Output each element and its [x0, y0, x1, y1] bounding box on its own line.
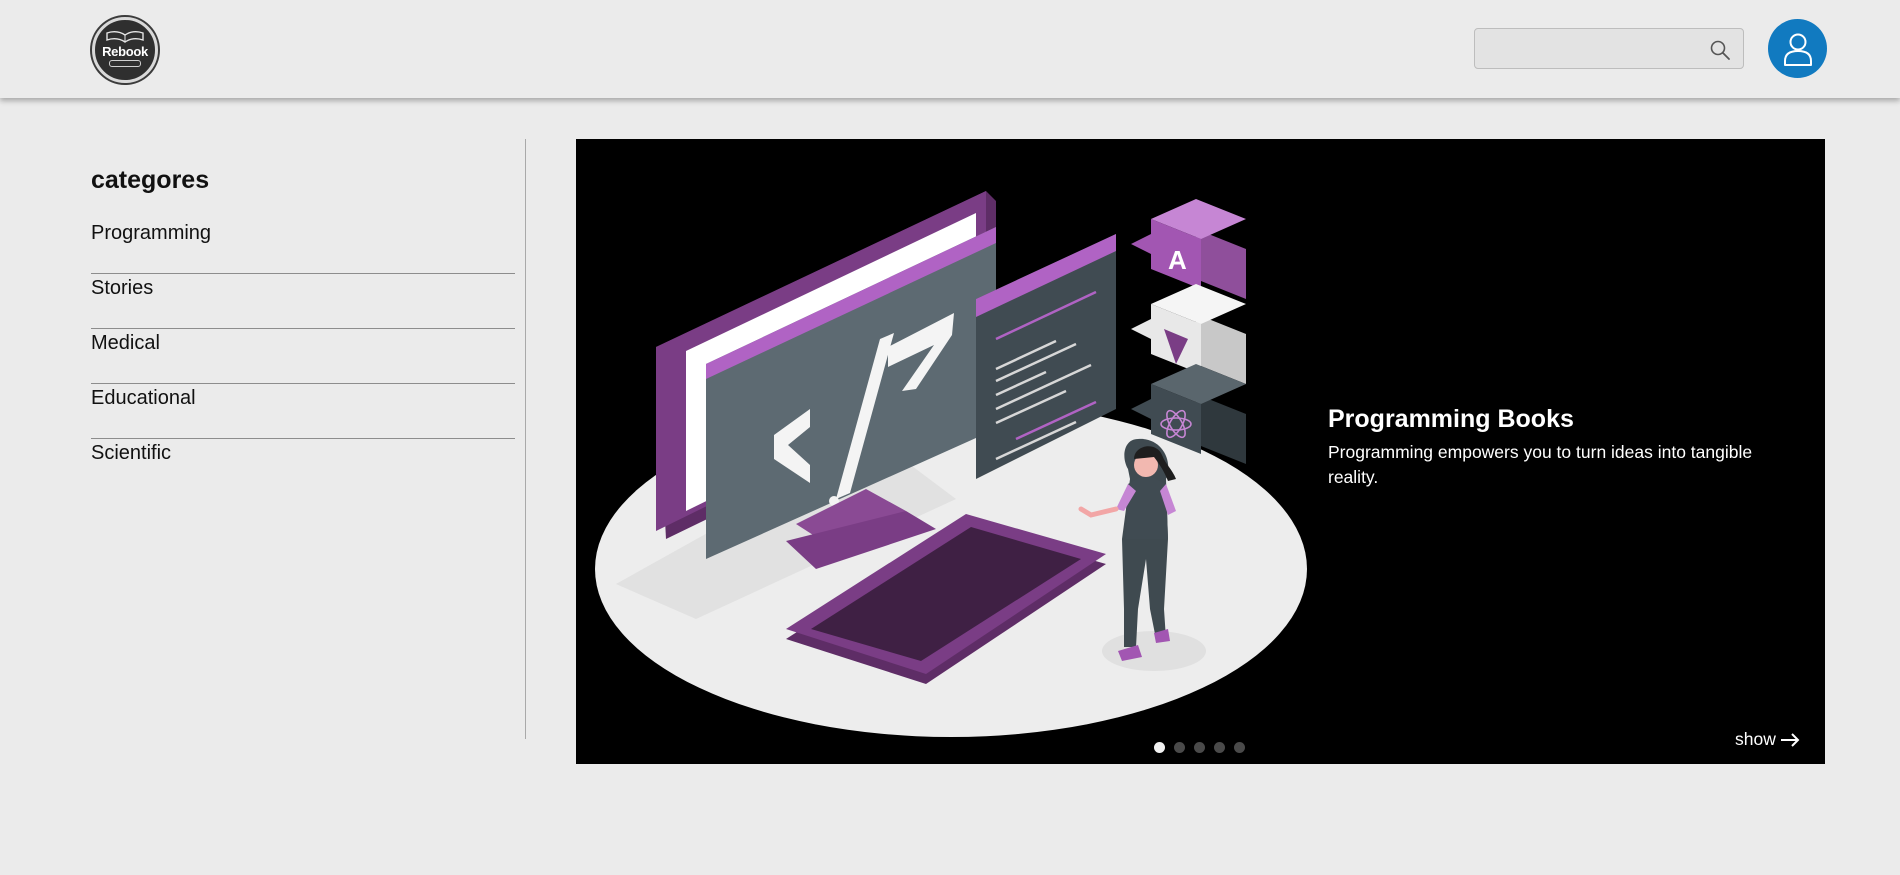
carousel-dot-5[interactable]	[1234, 742, 1245, 753]
carousel-dot-3[interactable]	[1194, 742, 1205, 753]
slide-description: Programming empowers you to turn ideas i…	[1328, 442, 1753, 487]
show-label: show	[1735, 729, 1776, 749]
carousel-dot-2[interactable]	[1174, 742, 1185, 753]
search-box[interactable]	[1474, 28, 1744, 69]
search-input[interactable]	[1483, 33, 1702, 66]
carousel-indicators	[1154, 742, 1245, 753]
slide-title: Programming Books	[1328, 405, 1574, 433]
logo-text: Rebook	[102, 43, 148, 59]
programming-illustration: A	[595, 191, 1307, 737]
show-button[interactable]: show	[1735, 729, 1800, 750]
category-item-educational[interactable]: Educational	[91, 384, 515, 439]
slide-caption: Programming Books Programming empowers y…	[1328, 405, 1768, 490]
open-book-icon	[106, 30, 144, 43]
category-item-stories[interactable]: Stories	[91, 274, 515, 329]
svg-text:A: A	[1168, 245, 1187, 275]
categories-sidebar: categores Programming Stories Medical Ed…	[91, 139, 526, 739]
categories-list: Programming Stories Medical Educational …	[91, 219, 515, 494]
user-avatar-button[interactable]	[1768, 19, 1827, 78]
top-header: Rebook	[0, 0, 1900, 98]
rebook-logo[interactable]: Rebook	[92, 17, 158, 83]
category-item-scientific[interactable]: Scientific	[91, 439, 515, 494]
search-icon[interactable]	[1709, 39, 1731, 61]
carousel-dot-1[interactable]	[1154, 742, 1165, 753]
user-icon	[1783, 33, 1812, 66]
arrow-right-icon	[1780, 732, 1800, 747]
category-item-programming[interactable]: Programming	[91, 219, 515, 274]
hero-carousel[interactable]: A Programming Books Programming empowers…	[576, 139, 1825, 764]
carousel-dot-4[interactable]	[1214, 742, 1225, 753]
categories-title: categores	[91, 166, 210, 194]
logo-ribbon	[109, 59, 141, 67]
category-item-medical[interactable]: Medical	[91, 329, 515, 384]
